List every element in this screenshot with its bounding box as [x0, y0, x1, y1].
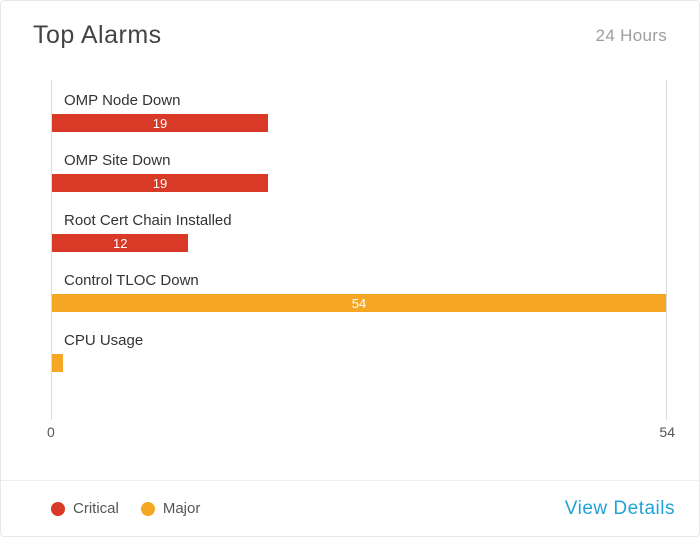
chart-area: OMP Node Down 19 OMP Site Down 19 Root C…	[51, 80, 667, 440]
x-tick-min: 0	[47, 424, 55, 440]
bar-plot: OMP Node Down 19 OMP Site Down 19 Root C…	[51, 80, 667, 420]
bar-label: OMP Node Down	[64, 92, 180, 109]
bar-row: Root Cert Chain Installed 12	[52, 212, 666, 268]
x-tick-max: 54	[659, 424, 675, 440]
bar-row: Control TLOC Down 54	[52, 272, 666, 328]
swatch-major-icon	[141, 502, 155, 516]
bar-row: OMP Node Down 19	[52, 92, 666, 148]
card-header: Top Alarms 24 Hours	[1, 1, 699, 60]
view-details-link[interactable]: View Details	[565, 498, 675, 520]
bar-critical[interactable]: 19	[52, 114, 268, 132]
top-alarms-card: Top Alarms 24 Hours OMP Node Down 19 OMP…	[0, 0, 700, 537]
legend-label: Major	[163, 500, 201, 517]
bar-row: OMP Site Down 19	[52, 152, 666, 208]
bar-major[interactable]: 54	[52, 294, 666, 312]
bar-value: 54	[352, 296, 366, 311]
bar-critical[interactable]: 19	[52, 174, 268, 192]
bar-row: CPU Usage 1	[52, 332, 666, 388]
legend: Critical Major	[51, 500, 200, 517]
swatch-critical-icon	[51, 502, 65, 516]
bar-major[interactable]: 1	[52, 354, 63, 372]
bar-value: 19	[153, 176, 167, 191]
legend-label: Critical	[73, 500, 119, 517]
card-footer: Critical Major View Details	[1, 480, 699, 536]
bar-label: CPU Usage	[64, 332, 143, 349]
bar-label: Root Cert Chain Installed	[64, 212, 232, 229]
bar-critical[interactable]: 12	[52, 234, 188, 252]
bar-label: Control TLOC Down	[64, 272, 199, 289]
legend-item-critical[interactable]: Critical	[51, 500, 119, 517]
bar-value: 19	[153, 116, 167, 131]
time-period: 24 Hours	[596, 26, 667, 46]
bar-value: 12	[113, 236, 127, 251]
x-axis-ticks: 0 54	[51, 424, 667, 444]
card-title: Top Alarms	[33, 21, 162, 50]
bar-label: OMP Site Down	[64, 152, 170, 169]
legend-item-major[interactable]: Major	[141, 500, 201, 517]
